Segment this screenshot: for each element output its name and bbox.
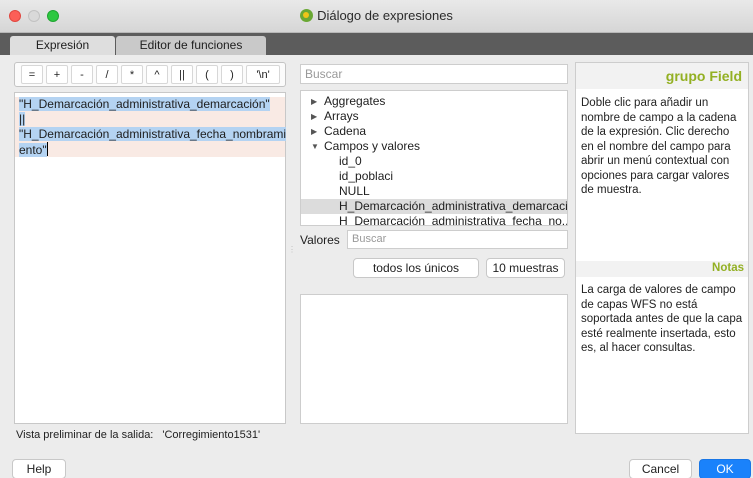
help-header: grupo Field xyxy=(576,63,748,89)
notes-title: Notas xyxy=(712,262,744,274)
values-search-input[interactable]: Buscar xyxy=(347,230,568,249)
preview-value: 'Corregimiento1531' xyxy=(162,429,261,441)
tab-bar: Expresión Editor de funciones xyxy=(0,33,753,55)
tree-group-aggregates[interactable]: ▶ Aggregates xyxy=(301,94,567,109)
function-tree[interactable]: ▶ Aggregates ▶ Arrays ▶ Cadena ▼ Campos … xyxy=(300,90,568,226)
values-label: Valores xyxy=(300,233,340,247)
notes-header: Notas xyxy=(576,261,748,277)
tree-group-arrays[interactable]: ▶ Arrays xyxy=(301,109,567,124)
operator-toolbar: = + - / * ^ || ( ) '\n' xyxy=(14,62,286,87)
output-preview: Vista preliminar de la salida: 'Corregimi… xyxy=(16,429,260,441)
preview-label: Vista preliminar de la salida: xyxy=(16,429,154,441)
operator-divide-button[interactable]: / xyxy=(96,65,118,84)
help-button[interactable]: Help xyxy=(12,459,66,478)
expression-editor[interactable]: "H_Demarcación_administrativa_demarcació… xyxy=(14,92,287,424)
tree-item-fecha-nombramiento[interactable]: H_Demarcación_administrativa_fecha_no... xyxy=(301,214,567,225)
notes-text: La carga de valores de campo de capas WF… xyxy=(581,284,743,354)
splitter-handle-icon[interactable]: ⋮ xyxy=(288,245,296,254)
help-text: Doble clic para añadir un nombre de camp… xyxy=(581,97,737,196)
operator-newline-button[interactable]: '\n' xyxy=(246,65,280,84)
tree-item-id-poblaci[interactable]: id_poblaci xyxy=(301,169,567,184)
operator-equals-button[interactable]: = xyxy=(21,65,43,84)
collapse-arrow-icon[interactable]: ▼ xyxy=(311,139,319,154)
sample-values-button[interactable]: 10 muestras xyxy=(486,258,565,278)
operator-open-paren-button[interactable]: ( xyxy=(196,65,218,84)
expand-arrow-icon[interactable]: ▶ xyxy=(311,94,317,109)
operator-multiply-button[interactable]: * xyxy=(121,65,143,84)
tree-group-cadena[interactable]: ▶ Cadena xyxy=(301,124,567,139)
all-unique-button[interactable]: todos los únicos xyxy=(353,258,479,278)
operator-plus-button[interactable]: + xyxy=(46,65,68,84)
function-search-input[interactable]: Buscar xyxy=(300,64,568,84)
ok-button[interactable]: OK xyxy=(699,459,751,478)
help-title: grupo Field xyxy=(665,68,742,84)
window-title: Diálogo de expresiones xyxy=(0,8,753,23)
expand-arrow-icon[interactable]: ▶ xyxy=(311,124,317,139)
operator-concat-button[interactable]: || xyxy=(171,65,193,84)
editor-line-3: "H_Demarcación_administrativa_fecha_nomb… xyxy=(19,127,287,141)
text-cursor xyxy=(46,142,48,156)
editor-line-2: || xyxy=(19,112,26,126)
tree-item-demarcacion-selected[interactable]: H_Demarcación_administrativa_demarcaci..… xyxy=(301,199,567,214)
editor-line-1: "H_Demarcación_administrativa_demarcació… xyxy=(19,97,270,111)
operator-minus-button[interactable]: - xyxy=(71,65,93,84)
editor-line-4: ento" xyxy=(19,143,47,157)
operator-close-paren-button[interactable]: ) xyxy=(221,65,243,84)
qgis-logo-icon xyxy=(300,9,314,22)
operator-power-button[interactable]: ^ xyxy=(146,65,168,84)
expression-text: "H_Demarcación_administrativa_demarcació… xyxy=(15,97,287,157)
expand-arrow-icon[interactable]: ▶ xyxy=(311,109,317,124)
title-bar: Diálogo de expresiones xyxy=(0,0,753,33)
tab-expression[interactable]: Expresión xyxy=(10,36,115,55)
tree-item-null[interactable]: NULL xyxy=(301,184,567,199)
values-list[interactable] xyxy=(300,294,568,424)
cancel-button[interactable]: Cancel xyxy=(629,459,692,478)
tab-function-editor[interactable]: Editor de funciones xyxy=(116,36,266,55)
tree-item-id-0[interactable]: id_0 xyxy=(301,154,567,169)
help-panel: grupo Field Doble clic para añadir un no… xyxy=(575,62,749,434)
tree-group-campos-y-valores[interactable]: ▼ Campos y valores xyxy=(301,139,567,154)
